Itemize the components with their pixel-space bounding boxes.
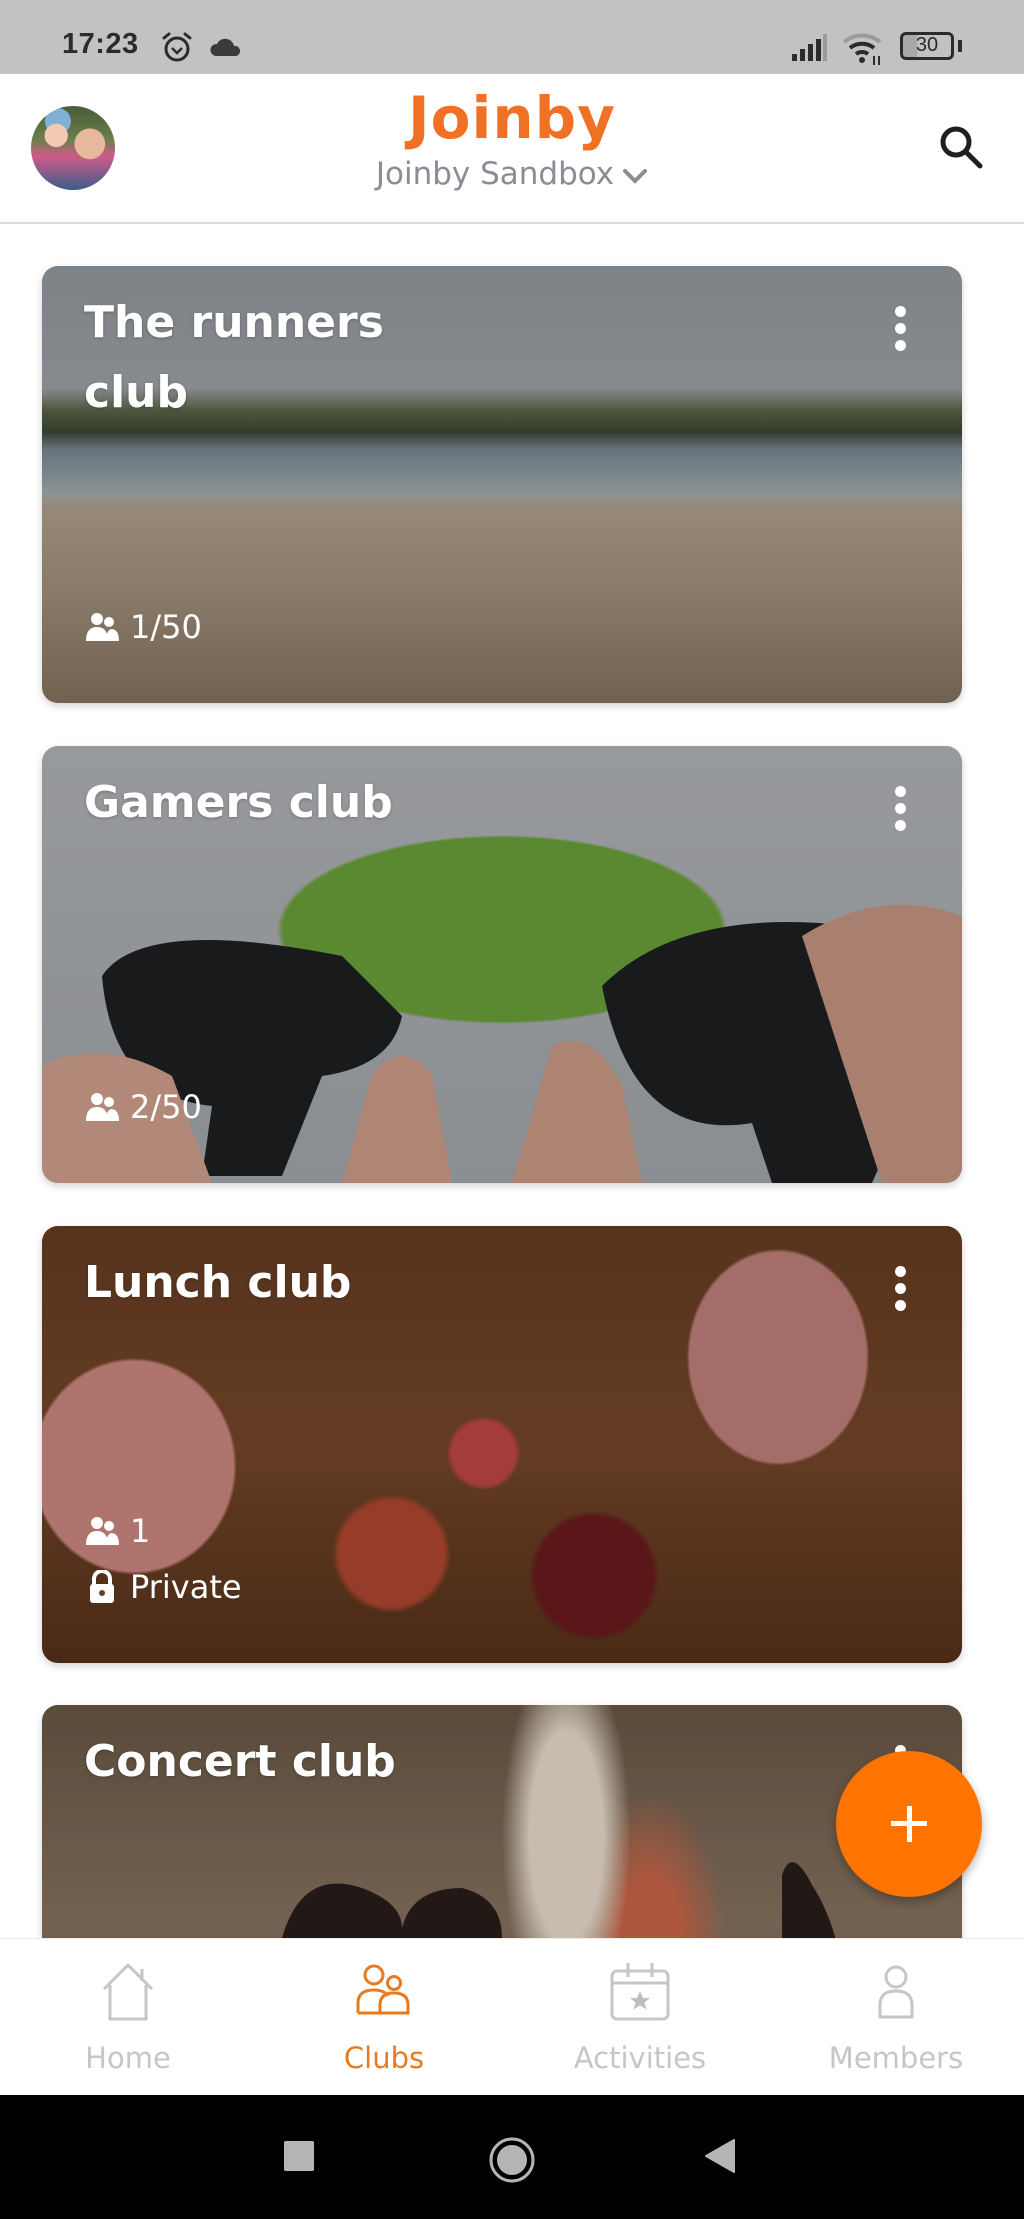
- cloud-icon: [210, 38, 241, 56]
- more-options-icon[interactable]: [888, 304, 912, 354]
- joinby-logo: Joinby: [408, 84, 616, 152]
- more-options-icon[interactable]: [888, 784, 912, 834]
- member-count: 1: [84, 1512, 150, 1550]
- home-button[interactable]: [487, 2135, 537, 2185]
- signal-icon: [792, 34, 827, 61]
- status-time: 17:23: [62, 28, 139, 60]
- club-card-runners[interactable]: The runners club 1/50: [42, 266, 962, 703]
- club-card-lunch[interactable]: Lunch club 1 Private: [42, 1226, 962, 1663]
- member-count-text: 2/50: [130, 1088, 202, 1126]
- members-icon: [86, 1517, 119, 1545]
- member-count-text: 1/50: [130, 608, 202, 646]
- member-count: 2/50: [84, 1088, 202, 1126]
- workspace-selector[interactable]: Joinby Sandbox: [0, 156, 1024, 192]
- members-icon: [86, 613, 119, 641]
- calendar-star-icon: [610, 1963, 670, 2021]
- recent-apps-button[interactable]: [284, 2141, 314, 2171]
- nav-activities[interactable]: Activities: [512, 1939, 768, 2095]
- nav-label: Home: [85, 2041, 171, 2075]
- plus-icon-vertical: [906, 1806, 912, 1842]
- lock-icon: [90, 1570, 114, 1603]
- club-list[interactable]: The runners club 1/50 Gamers club 2/50 L…: [0, 226, 1024, 1938]
- club-title: The runners club: [84, 297, 384, 418]
- bottom-nav: Home Clubs Activities Members: [0, 1938, 1024, 2095]
- club-title: Concert club: [84, 1736, 396, 1787]
- nav-clubs[interactable]: Clubs: [256, 1939, 512, 2095]
- system-navigation-bar: [0, 2095, 1024, 2219]
- nav-label: Clubs: [343, 2041, 425, 2075]
- home-icon: [102, 1963, 154, 2021]
- club-title: Gamers club: [84, 777, 393, 828]
- nav-members[interactable]: Members: [768, 1939, 1024, 2095]
- battery-level: 30: [915, 34, 939, 56]
- member-icon: [878, 1965, 914, 2019]
- nav-home[interactable]: Home: [0, 1939, 256, 2095]
- members-icon: [86, 1093, 119, 1121]
- privacy-text: Private: [130, 1568, 242, 1606]
- add-club-button[interactable]: [836, 1751, 982, 1897]
- chevron-down-icon: [623, 168, 648, 184]
- battery-icon: 30: [900, 32, 954, 60]
- nav-label: Activities: [573, 2041, 707, 2075]
- club-card-concert[interactable]: Concert club: [42, 1705, 962, 1938]
- privacy-badge: Private: [84, 1568, 242, 1606]
- club-card-gamers[interactable]: Gamers club 2/50: [42, 746, 962, 1183]
- battery-cap: [958, 40, 962, 52]
- search-icon[interactable]: [936, 122, 986, 172]
- alarm-icon: [162, 32, 192, 62]
- workspace-name: Joinby Sandbox: [375, 156, 615, 192]
- club-title: Lunch club: [84, 1257, 352, 1308]
- app-header: Joinby Joinby Sandbox: [0, 74, 1024, 224]
- member-count: 1/50: [84, 608, 202, 646]
- back-button[interactable]: [704, 2138, 738, 2174]
- nav-label: Members: [828, 2041, 964, 2075]
- more-options-icon[interactable]: [888, 1264, 912, 1314]
- status-bar: 17:23 30: [0, 0, 1024, 74]
- wifi-icon: [842, 33, 882, 65]
- clubs-icon: [356, 1964, 410, 2015]
- member-count-text: 1: [130, 1512, 151, 1550]
